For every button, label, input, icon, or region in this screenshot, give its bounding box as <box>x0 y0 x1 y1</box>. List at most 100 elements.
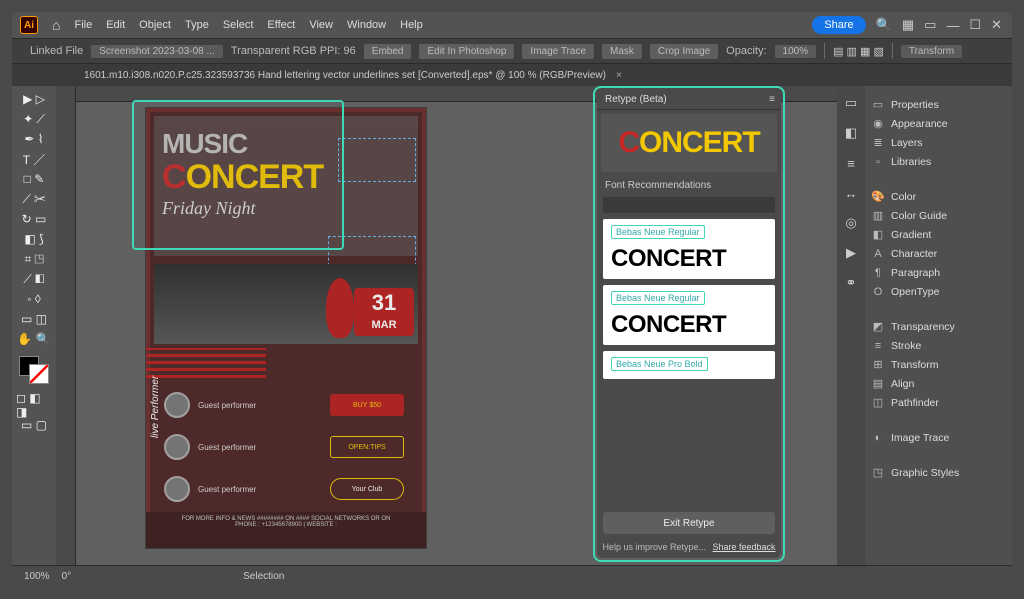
performer-row-1[interactable]: Guest performer BUY $50 <box>164 388 404 422</box>
dock-icon[interactable]: ▭ <box>842 94 860 112</box>
dock-icon[interactable]: ◎ <box>842 214 860 232</box>
share-button[interactable]: Share <box>812 16 865 34</box>
panel-gradient[interactable]: ◧Gradient <box>871 225 1006 244</box>
preview-rest: ONCERT <box>639 126 760 159</box>
dock-icon[interactable]: ▶ <box>842 244 860 262</box>
tab-close-icon[interactable]: × <box>616 70 622 81</box>
menu-select[interactable]: Select <box>223 19 254 31</box>
minimize-icon[interactable]: — <box>946 18 959 33</box>
home-icon[interactable]: ⌂ <box>52 17 60 33</box>
font-results[interactable]: Bebas Neue Regular CONCERT Bebas Neue Re… <box>603 219 775 504</box>
menu-effect[interactable]: Effect <box>267 19 295 31</box>
zoom-value[interactable]: 100% <box>24 571 50 582</box>
dock-icon[interactable]: ⚭ <box>842 274 860 292</box>
panel-character[interactable]: ACharacter <box>871 244 1006 263</box>
tool-brush[interactable]: ⟋ ✂ <box>16 190 52 208</box>
canvas[interactable]: MUSIC CONCERT Friday Night 31 MAR live P… <box>56 86 1012 565</box>
transform-button[interactable]: Transform <box>901 45 962 58</box>
embed-button[interactable]: Embed <box>364 44 412 59</box>
close-icon[interactable]: ✕ <box>991 17 1002 33</box>
retype-tab[interactable]: Retype (Beta) ≡ <box>597 90 781 110</box>
libraries-icon: ▫ <box>871 155 885 169</box>
retype-menu-icon[interactable]: ≡ <box>769 94 775 105</box>
panel-color[interactable]: 🎨Color <box>871 187 1006 206</box>
price-badge[interactable]: BUY $50 <box>330 394 404 416</box>
menu-edit[interactable]: Edit <box>106 19 125 31</box>
flyer-subbox[interactable] <box>328 236 416 266</box>
edit-in-ps-button[interactable]: Edit In Photoshop <box>419 44 514 59</box>
club-badge[interactable]: Your Club <box>330 478 404 500</box>
performer-row-2[interactable]: Guest performer OPEN:TIPS <box>164 430 404 464</box>
color-swatch[interactable] <box>19 356 49 384</box>
tool-width[interactable]: ◧ ⟆ <box>16 230 52 248</box>
screen-mode-icons[interactable]: ▭ ▢ <box>16 416 52 434</box>
arrange-icon[interactable]: ▭ <box>924 17 936 33</box>
panel-graphic-styles[interactable]: ◳Graphic Styles <box>871 463 1006 482</box>
tool-pen[interactable]: ✒ ⌇ <box>16 130 52 148</box>
menu-file[interactable]: File <box>74 19 92 31</box>
tool-rotate[interactable]: ↻ ▭ <box>16 210 52 228</box>
panel-layers[interactable]: ≣Layers <box>871 133 1006 152</box>
search-icon[interactable]: 🔍 <box>876 17 892 33</box>
date-number: 31 <box>372 290 396 315</box>
crop-image-button[interactable]: Crop Image <box>650 44 718 59</box>
panel-transparency[interactable]: ◩Transparency <box>871 317 1006 336</box>
flyer-music-text[interactable]: MUSIC <box>162 128 247 160</box>
flyer-concert-text[interactable]: CONCERT <box>162 158 323 197</box>
workspace-icon[interactable]: ▦ <box>902 17 914 33</box>
document-tab[interactable]: 1601.m10.i308.n020.P.c25.323593736 Hand … <box>84 70 606 81</box>
opacity-value[interactable]: 100% <box>775 45 817 58</box>
dock-icon[interactable]: ≡ <box>842 154 860 172</box>
panel-image-trace[interactable]: ◐Image Trace <box>871 428 1006 447</box>
tool-shape[interactable]: □ ✎ <box>16 170 52 188</box>
tool-type[interactable]: T ／ <box>16 150 52 168</box>
font-card-2[interactable]: Bebas Neue Regular CONCERT <box>603 285 775 345</box>
dock-icon[interactable]: ↔ <box>842 184 860 202</box>
panel-paragraph[interactable]: ¶Paragraph <box>871 263 1006 282</box>
panel-align[interactable]: ▤Align <box>871 374 1006 393</box>
draw-mode-icons[interactable]: ◻ ◧ ◨ <box>16 396 52 414</box>
panel-transform[interactable]: ⊞Transform <box>871 355 1006 374</box>
panel-pathfinder[interactable]: ◫Pathfinder <box>871 393 1006 412</box>
font-card-1[interactable]: Bebas Neue Regular CONCERT <box>603 219 775 279</box>
panel-properties[interactable]: ▭Properties <box>871 95 1006 114</box>
menu-help[interactable]: Help <box>400 19 423 31</box>
exit-retype-button[interactable]: Exit Retype <box>603 512 775 534</box>
tool-hand[interactable]: ✋ 🔍 <box>16 330 52 348</box>
flyer-friday-text[interactable]: Friday Night <box>162 198 256 219</box>
panel-appearance[interactable]: ◉Appearance <box>871 114 1006 133</box>
panel-color-guide[interactable]: ▥Color Guide <box>871 206 1006 225</box>
buy-label: BUY <box>353 402 367 409</box>
image-trace-button[interactable]: Image Trace <box>522 44 594 59</box>
menu-view[interactable]: View <box>309 19 333 31</box>
info-badge[interactable]: OPEN:TIPS <box>330 436 404 458</box>
panel-stroke[interactable]: ≡Stroke <box>871 336 1006 355</box>
tool-artboard[interactable]: ▭ ◫ <box>16 310 52 328</box>
font-recs-label: Font Recommendations <box>597 176 781 195</box>
share-feedback-link[interactable]: Share feedback <box>713 542 776 552</box>
tool-selection[interactable]: ▶ ▷ <box>16 90 52 108</box>
stroke-swatch-icon[interactable] <box>29 364 49 384</box>
font-card-3[interactable]: Bebas Neue Pro Bold CONCERT <box>603 351 775 379</box>
linked-filename[interactable]: Screenshot 2023-03-08 ... <box>91 45 223 58</box>
panel-opentype[interactable]: OOpenType <box>871 282 1006 301</box>
dock-icon[interactable]: ◧ <box>842 124 860 142</box>
live-performer-label: live Performer <box>150 376 161 438</box>
tool-eyedrop[interactable]: ⟋ ◧ <box>16 270 52 288</box>
menu-object[interactable]: Object <box>139 19 171 31</box>
flyer-date-badge[interactable]: 31 MAR <box>354 288 414 336</box>
maximize-icon[interactable]: ☐ <box>969 17 981 33</box>
panel-libraries[interactable]: ▫Libraries <box>871 152 1006 171</box>
flyer-artboard[interactable]: MUSIC CONCERT Friday Night 31 MAR live P… <box>146 108 426 548</box>
flyer-tagline-box[interactable] <box>338 138 416 182</box>
tool-wand[interactable]: ✦ ⟋ <box>16 110 52 128</box>
menu-type[interactable]: Type <box>185 19 209 31</box>
tool-blend[interactable]: ◦ ◊ <box>16 290 52 308</box>
menu-window[interactable]: Window <box>347 19 386 31</box>
mask-button[interactable]: Mask <box>602 44 642 59</box>
tool-mesh[interactable]: ⌗ ◳ <box>16 250 52 268</box>
angle-value[interactable]: 0° <box>62 571 72 582</box>
retype-search-input[interactable] <box>603 197 775 213</box>
performer-row-3[interactable]: Guest performer Your Club <box>164 472 404 506</box>
align-icons[interactable]: ▤ ▥ ▦ ▧ <box>833 45 884 58</box>
